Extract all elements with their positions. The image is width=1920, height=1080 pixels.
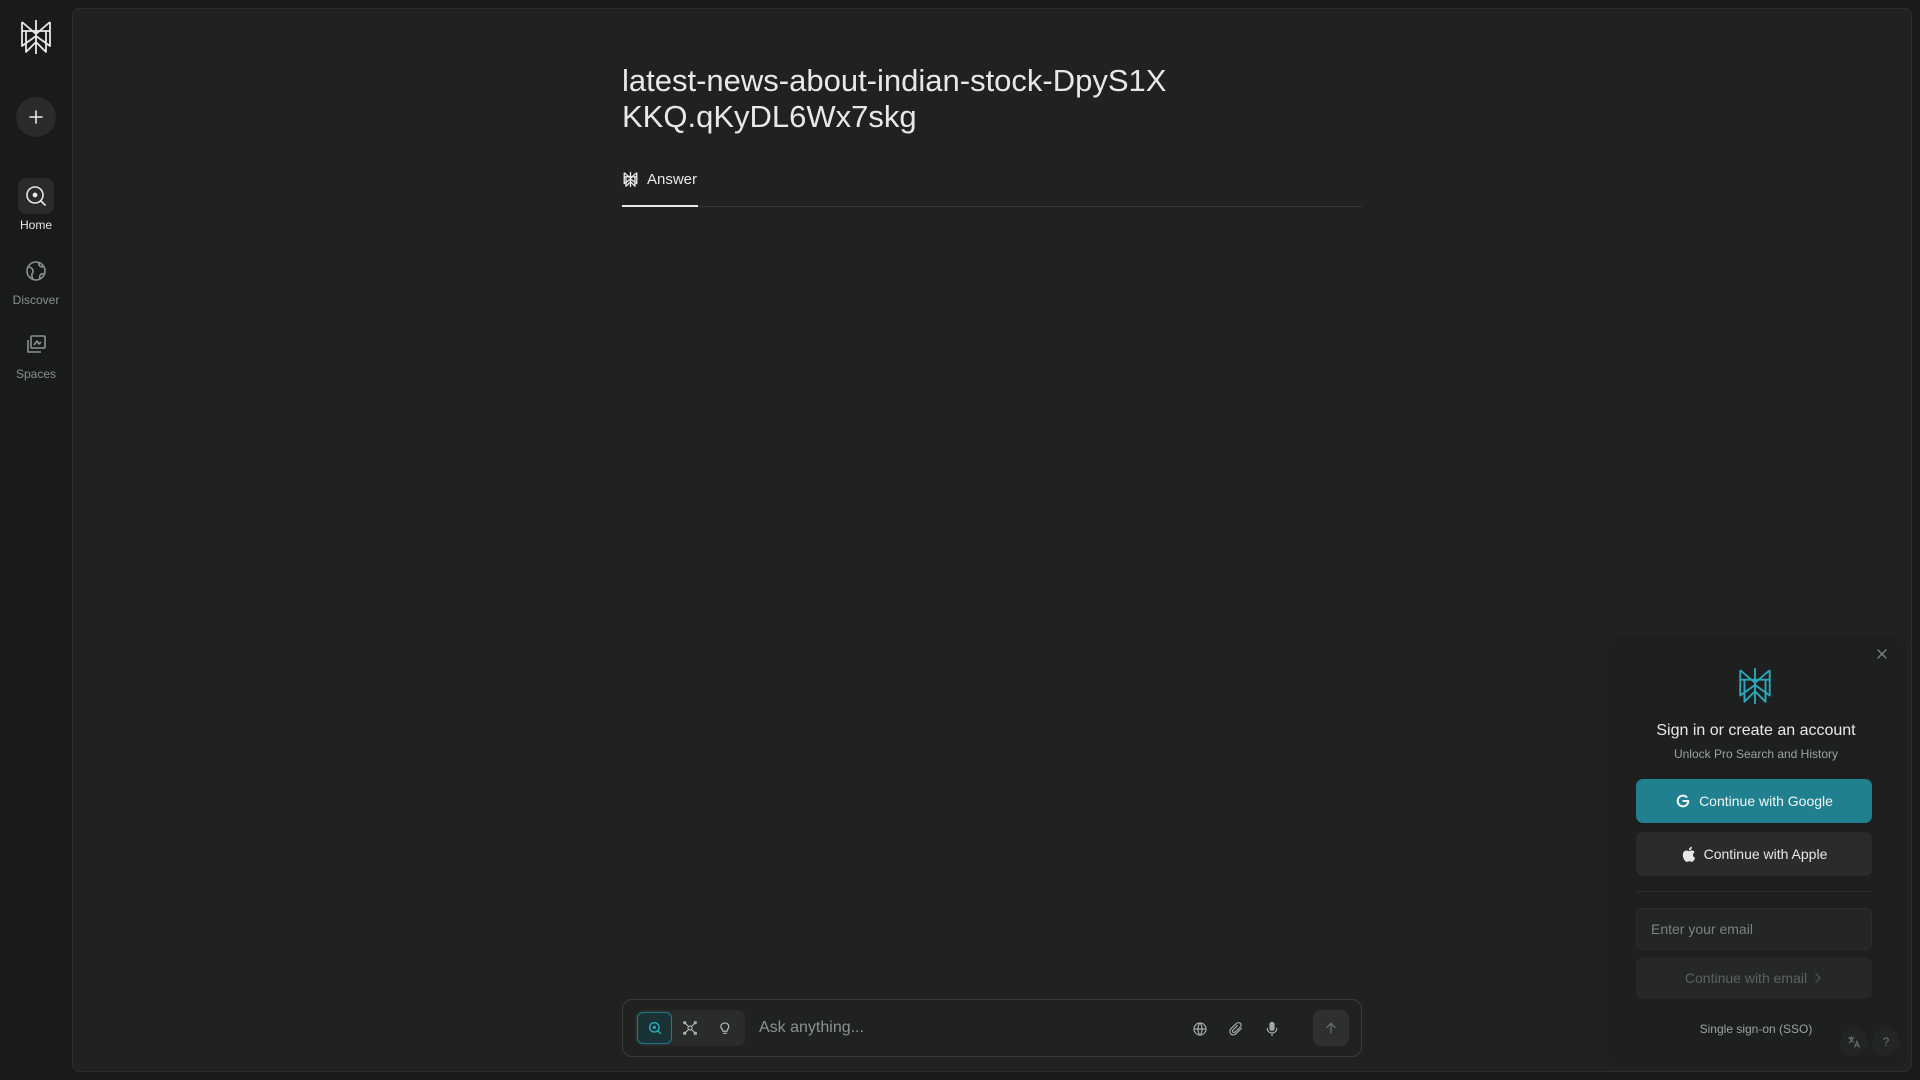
search-circle-icon [26, 186, 46, 206]
new-thread-button[interactable] [16, 97, 56, 137]
nav-icon-wrap [18, 253, 54, 289]
globe-icon [26, 261, 46, 281]
nav-icon-wrap [18, 327, 54, 363]
sidebar: Home Discover Spaces [0, 0, 72, 1080]
signin-card: Sign in or create an account Unlock Pro … [1606, 636, 1906, 1066]
nav-icon-wrap [18, 178, 54, 214]
mode-selector [635, 1010, 745, 1046]
google-icon [1676, 794, 1690, 808]
plus-icon [29, 110, 43, 124]
perplexity-logo-icon[interactable] [18, 18, 54, 56]
sidebar-item-home[interactable]: Home [0, 178, 72, 232]
sidebar-item-label: Spaces [15, 367, 57, 381]
attach-button[interactable] [1221, 1014, 1251, 1044]
divider [1636, 891, 1872, 892]
chevron-right-icon [1815, 973, 1822, 983]
lightbulb-icon [720, 1022, 730, 1034]
submit-button[interactable] [1313, 1010, 1349, 1046]
tab-answer[interactable]: Answer [622, 159, 698, 207]
sidebar-item-spaces[interactable]: Spaces [0, 327, 72, 381]
sidebar-item-discover[interactable]: Discover [0, 253, 72, 307]
translate-icon [1848, 1036, 1860, 1048]
perplexity-logo-icon [1739, 668, 1771, 704]
signin-title: Sign in or create an account [1656, 722, 1856, 739]
focus-web-button[interactable] [1185, 1014, 1215, 1044]
labs-mode-button[interactable] [708, 1012, 743, 1044]
help-button[interactable]: ? [1872, 1028, 1900, 1056]
microphone-icon [1266, 1021, 1278, 1037]
page-title: latest-news-about-indian-stock-DpyS1XKKQ… [622, 63, 1167, 134]
tab-label: Answer [647, 171, 698, 188]
globe-icon [1193, 1022, 1207, 1036]
sidebar-item-label: Discover [12, 293, 60, 307]
continue-with-apple-button[interactable]: Continue with Apple [1636, 832, 1872, 876]
close-icon [1877, 649, 1887, 659]
paperclip-icon [1229, 1021, 1242, 1036]
apple-button-label: Continue with Apple [1703, 846, 1828, 862]
arrow-up-icon [1326, 1022, 1336, 1034]
close-button[interactable] [1870, 642, 1894, 666]
google-button-label: Continue with Google [1699, 793, 1833, 809]
search-icon [648, 1021, 661, 1035]
research-mode-button[interactable] [672, 1012, 707, 1044]
spaces-icon [27, 335, 46, 353]
continue-with-email-button[interactable]: Continue with email [1636, 957, 1872, 999]
apple-icon [1682, 846, 1695, 862]
research-icon [683, 1021, 697, 1035]
ask-input[interactable] [759, 1014, 1159, 1042]
signin-subtitle: Unlock Pro Search and History [1673, 747, 1839, 761]
search-mode-button[interactable] [637, 1012, 673, 1044]
language-button[interactable] [1840, 1028, 1868, 1056]
sidebar-item-label: Home [19, 218, 52, 232]
email-button-label: Continue with email [1684, 970, 1808, 986]
continue-with-google-button[interactable]: Continue with Google [1636, 779, 1872, 823]
thread-tabs: Answer [622, 159, 1362, 207]
composer [622, 999, 1362, 1057]
email-field[interactable] [1636, 908, 1872, 950]
perplexity-logo-icon [623, 171, 638, 188]
voice-input-button[interactable] [1257, 1014, 1287, 1044]
help-icon: ? [1882, 1035, 1890, 1049]
